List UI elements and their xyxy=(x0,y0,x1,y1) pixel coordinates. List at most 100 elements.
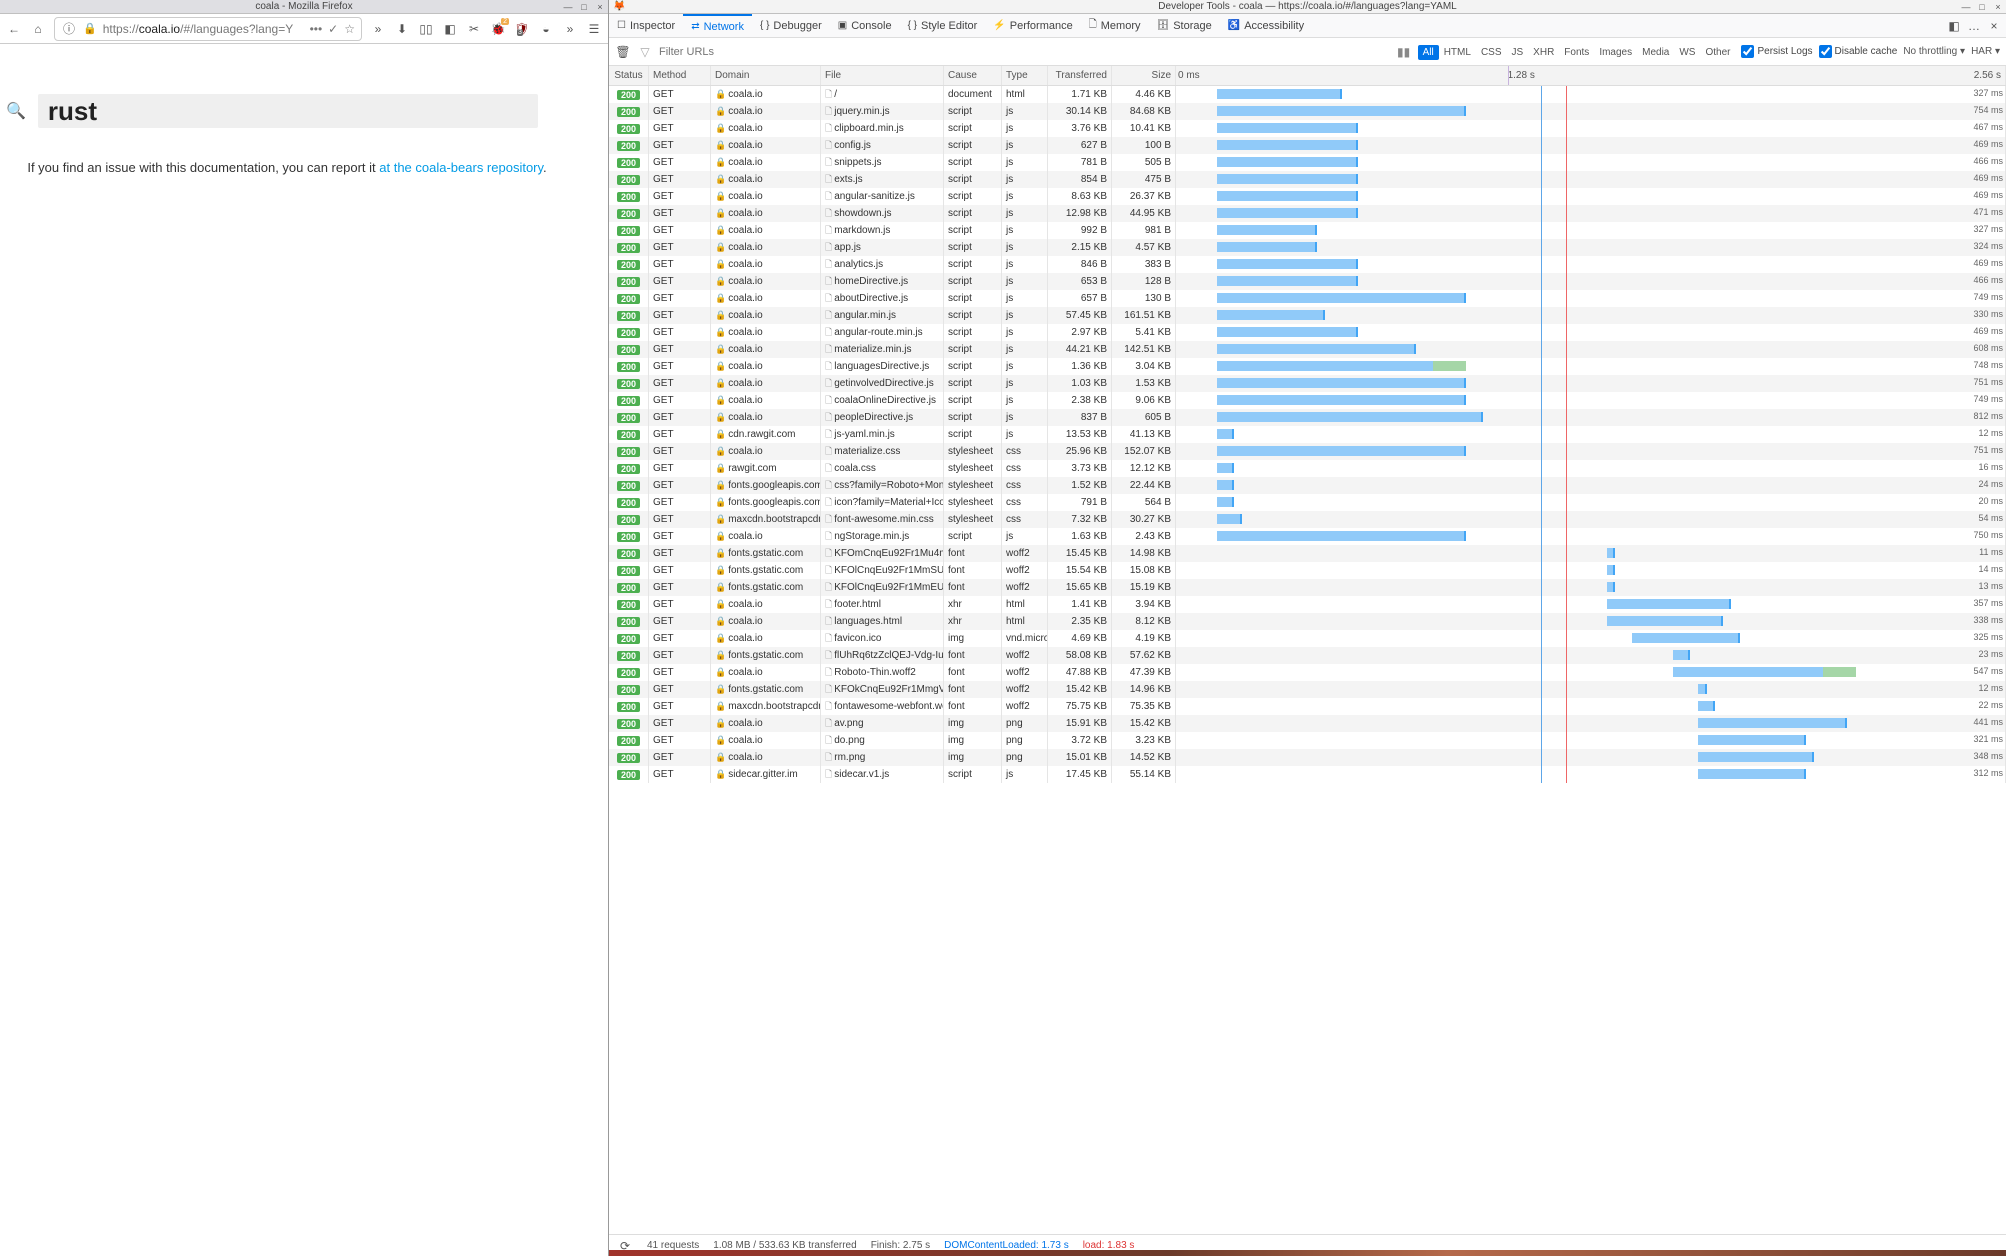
reader-icon[interactable]: ✓ xyxy=(328,22,338,36)
network-row[interactable]: 200GET🔒coala.io🗋languagesDirective.jsscr… xyxy=(609,358,2006,375)
dt-close-button[interactable]: × xyxy=(1992,2,2004,12)
network-row[interactable]: 200GET🔒coala.io🗋materialize.min.jsscript… xyxy=(609,341,2006,358)
back-icon[interactable]: ← xyxy=(6,21,22,37)
dt-minimize-button[interactable]: — xyxy=(1960,2,1972,12)
col-domain[interactable]: Domain xyxy=(711,66,821,85)
ext1-icon[interactable]: 🐞2 xyxy=(490,21,506,37)
network-row[interactable]: 200GET🔒coala.io🗋aboutDirective.jsscriptj… xyxy=(609,290,2006,307)
network-row[interactable]: 200GET🔒coala.io🗋analytics.jsscriptjs846 … xyxy=(609,256,2006,273)
filter-images[interactable]: Images xyxy=(1594,45,1637,60)
tab-inspector[interactable]: ☐ Inspector xyxy=(609,14,683,37)
filter-media[interactable]: Media xyxy=(1637,45,1674,60)
overflow-icon[interactable]: » xyxy=(562,21,578,37)
tab-storage[interactable]: 🗄 Storage xyxy=(1149,14,1220,37)
menu-icon[interactable]: ☰ xyxy=(586,21,602,37)
minimize-button[interactable]: — xyxy=(562,2,574,12)
col-waterfall[interactable]: 0 ms 1.28 s 2.56 s xyxy=(1176,66,2006,85)
network-row[interactable]: 200GET🔒cdn.rawgit.com🗋js-yaml.min.jsscri… xyxy=(609,426,2006,443)
network-row[interactable]: 200GET🔒coala.io🗋angular-sanitize.jsscrip… xyxy=(609,188,2006,205)
network-row[interactable]: 200GET🔒sidecar.gitter.im🗋sidecar.v1.jssc… xyxy=(609,766,2006,783)
network-row[interactable]: 200GET🔒coala.io🗋getinvolvedDirective.jss… xyxy=(609,375,2006,392)
search-input[interactable] xyxy=(38,94,538,128)
tab-memory[interactable]: 🗋 Memory xyxy=(1081,14,1149,37)
filter-input[interactable] xyxy=(659,46,1390,58)
chevron-icon[interactable]: » xyxy=(370,21,386,37)
network-row[interactable]: 200GET🔒rawgit.com🗋coala.cssstylesheetcss… xyxy=(609,460,2006,477)
info-icon[interactable]: ⓘ xyxy=(61,21,77,37)
closepanel-icon[interactable]: × xyxy=(1986,18,2002,34)
network-row[interactable]: 200GET🔒coala.io🗋materialize.cssstyleshee… xyxy=(609,443,2006,460)
network-row[interactable]: 200GET🔒coala.io🗋homeDirective.jsscriptjs… xyxy=(609,273,2006,290)
network-rows[interactable]: 200GET🔒coala.io🗋/documenthtml1.71 KB4.46… xyxy=(609,86,2006,1234)
filter-other[interactable]: Other xyxy=(1700,45,1735,60)
trash-icon[interactable]: 🗑 xyxy=(615,44,631,60)
network-row[interactable]: 200GET🔒coala.io🗋footer.htmlxhrhtml1.41 K… xyxy=(609,596,2006,613)
network-row[interactable]: 200GET🔒coala.io🗋clipboard.min.jsscriptjs… xyxy=(609,120,2006,137)
url-bar[interactable]: ⓘ 🔒 https://coala.io/#/languages?lang=Y … xyxy=(54,17,362,41)
report-link[interactable]: at the coala-bears repository xyxy=(379,160,543,175)
network-row[interactable]: 200GET🔒coala.io🗋showdown.jsscriptjs12.98… xyxy=(609,205,2006,222)
tab-style-editor[interactable]: { } Style Editor xyxy=(900,14,986,37)
har-menu[interactable]: HAR ▾ xyxy=(1971,46,2000,57)
dt-maximize-button[interactable]: □ xyxy=(1976,2,1988,12)
tab-debugger[interactable]: { } Debugger xyxy=(752,14,830,37)
download-icon[interactable]: ⬇ xyxy=(394,21,410,37)
library-icon[interactable]: ▯▯ xyxy=(418,21,434,37)
filter-all[interactable]: All xyxy=(1418,45,1439,60)
network-row[interactable]: 200GET🔒coala.io🗋jquery.min.jsscriptjs30.… xyxy=(609,103,2006,120)
network-row[interactable]: 200GET🔒fonts.googleapis.com🗋icon?family=… xyxy=(609,494,2006,511)
close-button[interactable]: × xyxy=(594,2,606,12)
network-row[interactable]: 200GET🔒coala.io🗋markdown.jsscriptjs992 B… xyxy=(609,222,2006,239)
pocket-icon[interactable]: ◒ xyxy=(538,21,554,37)
network-row[interactable]: 200GET🔒coala.io🗋peopleDirective.jsscript… xyxy=(609,409,2006,426)
filter-ws[interactable]: WS xyxy=(1674,45,1700,60)
screenshot-icon[interactable]: ✂ xyxy=(466,21,482,37)
col-method[interactable]: Method xyxy=(649,66,711,85)
maximize-button[interactable]: □ xyxy=(578,2,590,12)
sidebar-icon[interactable]: ◧ xyxy=(442,21,458,37)
network-row[interactable]: 200GET🔒fonts.gstatic.com🗋KFOlCnqEu92Fr1M… xyxy=(609,562,2006,579)
more-icon[interactable]: ••• xyxy=(310,22,323,36)
network-row[interactable]: 200GET🔒coala.io🗋Roboto-Thin.woff2fontwof… xyxy=(609,664,2006,681)
dock-icon[interactable]: ◧ xyxy=(1946,18,1962,34)
network-row[interactable]: 200GET🔒coala.io🗋languages.htmlxhrhtml2.3… xyxy=(609,613,2006,630)
network-row[interactable]: 200GET🔒coala.io🗋favicon.icoimgvnd.micros… xyxy=(609,630,2006,647)
tab-console[interactable]: ▣ Console xyxy=(830,14,900,37)
col-file[interactable]: File xyxy=(821,66,944,85)
network-row[interactable]: 200GET🔒fonts.gstatic.com🗋KFOkCnqEu92Fr1M… xyxy=(609,681,2006,698)
throttling-select[interactable]: No throttling ▾ xyxy=(1903,46,1965,57)
persist-logs-checkbox[interactable]: Persist Logs xyxy=(1741,45,1812,58)
ublock-icon[interactable]: 🛡3 xyxy=(514,21,530,37)
col-cause[interactable]: Cause xyxy=(944,66,1002,85)
home-icon[interactable]: ⌂ xyxy=(30,21,46,37)
network-row[interactable]: 200GET🔒maxcdn.bootstrapcdn.com🗋font-awes… xyxy=(609,511,2006,528)
network-row[interactable]: 200GET🔒coala.io🗋do.pngimgpng3.72 KB3.23 … xyxy=(609,732,2006,749)
network-row[interactable]: 200GET🔒coala.io🗋config.jsscriptjs627 B10… xyxy=(609,137,2006,154)
filter-css[interactable]: CSS xyxy=(1476,45,1507,60)
network-row[interactable]: 200GET🔒coala.io🗋coalaOnlineDirective.jss… xyxy=(609,392,2006,409)
pause-icon[interactable]: ▮▮ xyxy=(1396,44,1412,60)
filter-html[interactable]: HTML xyxy=(1439,45,1476,60)
network-row[interactable]: 200GET🔒coala.io🗋angular-route.min.jsscri… xyxy=(609,324,2006,341)
meatball-icon[interactable]: … xyxy=(1966,18,1982,34)
network-row[interactable]: 200GET🔒fonts.googleapis.com🗋css?family=R… xyxy=(609,477,2006,494)
network-row[interactable]: 200GET🔒maxcdn.bootstrapcdn.com🗋fontaweso… xyxy=(609,698,2006,715)
col-type[interactable]: Type xyxy=(1002,66,1048,85)
network-row[interactable]: 200GET🔒coala.io🗋rm.pngimgpng15.01 KB14.5… xyxy=(609,749,2006,766)
network-row[interactable]: 200GET🔒fonts.gstatic.com🗋KFOmCnqEu92Fr1M… xyxy=(609,545,2006,562)
network-row[interactable]: 200GET🔒coala.io🗋snippets.jsscriptjs781 B… xyxy=(609,154,2006,171)
col-size[interactable]: Size xyxy=(1112,66,1176,85)
tab-accessibility[interactable]: ♿ Accessibility xyxy=(1220,14,1312,37)
network-row[interactable]: 200GET🔒fonts.gstatic.com🗋flUhRq6tzZclQEJ… xyxy=(609,647,2006,664)
network-row[interactable]: 200GET🔒coala.io🗋av.pngimgpng15.91 KB15.4… xyxy=(609,715,2006,732)
network-row[interactable]: 200GET🔒fonts.gstatic.com🗋KFOlCnqEu92Fr1M… xyxy=(609,579,2006,596)
network-row[interactable]: 200GET🔒coala.io🗋app.jsscriptjs2.15 KB4.5… xyxy=(609,239,2006,256)
tab-performance[interactable]: ⚡ Performance xyxy=(985,14,1080,37)
tab-network[interactable]: ⇄ Network xyxy=(683,14,752,37)
network-row[interactable]: 200GET🔒coala.io🗋/documenthtml1.71 KB4.46… xyxy=(609,86,2006,103)
network-row[interactable]: 200GET🔒coala.io🗋angular.min.jsscriptjs57… xyxy=(609,307,2006,324)
network-row[interactable]: 200GET🔒coala.io🗋ngStorage.min.jsscriptjs… xyxy=(609,528,2006,545)
filter-xhr[interactable]: XHR xyxy=(1528,45,1559,60)
filter-js[interactable]: JS xyxy=(1507,45,1529,60)
col-transferred[interactable]: Transferred xyxy=(1048,66,1112,85)
